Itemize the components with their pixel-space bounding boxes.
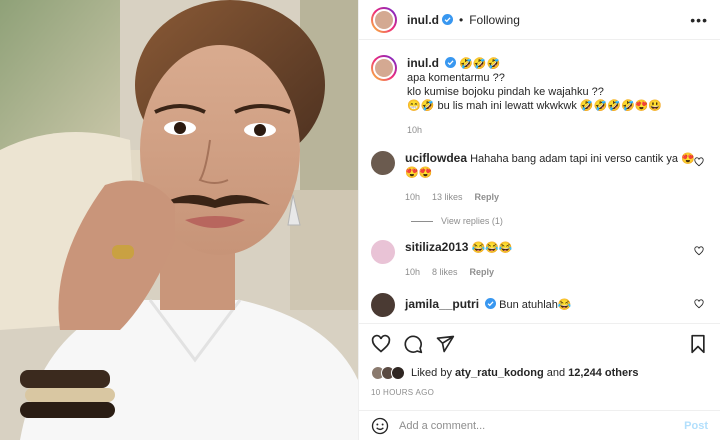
emoji-icon[interactable] (371, 417, 389, 435)
comment-meta: 10h 8 likes Reply (405, 265, 695, 279)
post-photo[interactable] (0, 0, 358, 440)
comment-body: uciflowdea Hahaha bang adam tapi ini ver… (405, 151, 695, 204)
liker-avatars (371, 366, 405, 380)
post-actions: Liked by aty_ratu_kodong and 12,244 othe… (359, 323, 720, 418)
comment-time: 10h (405, 192, 421, 202)
comment-time: 10h (405, 267, 421, 277)
add-comment-bar: Post (359, 410, 720, 440)
likes-prefix: Liked by (411, 367, 452, 379)
share-icon[interactable] (435, 334, 455, 354)
comment-item: uciflowdea Hahaha bang adam tapi ini ver… (371, 151, 708, 204)
heart-icon[interactable] (694, 299, 704, 309)
commenter-avatar[interactable] (371, 151, 395, 175)
caption-line: apa komentarmu ?? (407, 72, 505, 84)
likes-conjunction: and (546, 367, 566, 379)
comment-username[interactable]: sitiliza2013 (405, 240, 468, 254)
bookmark-icon[interactable] (688, 334, 708, 354)
heart-icon[interactable] (694, 157, 704, 167)
like-heart-icon[interactable] (371, 334, 391, 354)
comment-body: sitiliza2013 😂😂😂 10h 8 likes Reply (405, 240, 695, 279)
more-options-icon[interactable]: ••• (690, 12, 708, 28)
post-details-panel: inul.d • Following ••• inul.d 🤣🤣🤣 apa ko… (358, 0, 720, 440)
post-header: inul.d • Following ••• (359, 0, 720, 40)
verified-icon (442, 14, 453, 25)
separator-dot: • (459, 12, 464, 27)
liker-username[interactable]: aty_ratu_kodong (455, 367, 544, 379)
post-caption: inul.d 🤣🤣🤣 apa komentarmu ?? klo kumise … (371, 55, 708, 137)
comment-text: Bun atuhlah😂 (499, 299, 572, 311)
comment-item: sitiliza2013 😂😂😂 10h 8 likes Reply (371, 240, 708, 279)
caption-time: 10h (407, 125, 423, 135)
likes-summary: Liked by aty_ratu_kodong and 12,244 othe… (371, 366, 708, 380)
comments-list[interactable]: inul.d 🤣🤣🤣 apa komentarmu ?? klo kumise … (359, 41, 720, 322)
comment-item: jamila__putri Bun atuhlah😂 (371, 293, 708, 317)
comment-text: 😂😂😂 (471, 242, 513, 254)
caption-username[interactable]: inul.d (407, 56, 439, 70)
view-replies-button[interactable]: View replies (1) (411, 216, 708, 226)
comment-likes[interactable]: 13 likes (432, 190, 463, 204)
replies-divider (411, 220, 433, 222)
author-username[interactable]: inul.d (407, 13, 439, 27)
comment-body: jamila__putri Bun atuhlah😂 (405, 297, 695, 312)
verified-icon (485, 298, 497, 309)
caption-emojis: 🤣🤣🤣 (459, 58, 501, 70)
post-comment-button[interactable]: Post (684, 420, 708, 432)
caption-body: inul.d 🤣🤣🤣 apa komentarmu ?? klo kumise … (407, 55, 662, 137)
caption-line: 😁🤣 bu lis mah ini lewatt wkwkwk 🤣🤣🤣🤣😍😃 (407, 100, 663, 112)
heart-icon[interactable] (694, 246, 704, 256)
comment-username[interactable]: jamila__putri (405, 297, 479, 311)
commenter-avatar[interactable] (371, 240, 395, 264)
following-button[interactable]: Following (469, 13, 520, 27)
author-avatar[interactable] (371, 6, 397, 33)
liker-avatar (391, 366, 405, 380)
commenter-avatar[interactable] (371, 293, 395, 317)
comment-input[interactable] (399, 419, 685, 432)
verified-icon (445, 57, 457, 68)
comment-username[interactable]: uciflowdea (405, 151, 467, 165)
post-time-ago: 10 HOURS AGO (371, 388, 435, 397)
selfie-image (0, 0, 358, 440)
likes-count[interactable]: 12,244 others (568, 367, 638, 379)
view-replies-label: View replies (1) (441, 216, 503, 226)
action-icons-row (371, 332, 708, 356)
comment-meta: 10h 13 likes Reply (405, 190, 695, 204)
caption-avatar[interactable] (371, 55, 397, 81)
caption-line: klo kumise bojoku pindah ke wajahku ?? (407, 86, 604, 98)
comment-likes[interactable]: 8 likes (432, 265, 458, 279)
comment-icon[interactable] (403, 334, 423, 354)
reply-button[interactable]: Reply (475, 190, 500, 204)
reply-button[interactable]: Reply (470, 265, 495, 279)
